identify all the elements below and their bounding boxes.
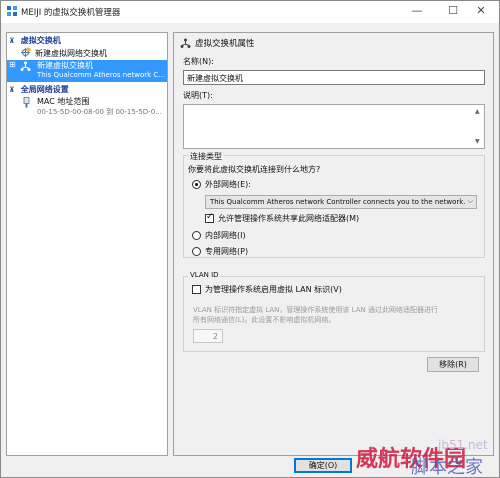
scroll-up-icon[interactable]: ▲ (475, 108, 480, 115)
notes-textarea[interactable]: ▲ ▼ (183, 104, 485, 149)
name-label: 名称(N): (183, 57, 214, 66)
private-network-label: 专用网络(P) (205, 247, 249, 256)
connection-type-title: 连接类型 (188, 151, 224, 162)
minimize-button[interactable]: — (399, 1, 435, 23)
vlan-description-line2: 所有网络通信(L)。此设置不影响虚拟机网络。 (193, 316, 336, 324)
tree-item-new-switch[interactable]: 新建虚拟网络交换机 (7, 47, 167, 59)
vlan-id-input[interactable]: 2 (193, 329, 223, 343)
share-adapter-checkbox[interactable] (205, 212, 214, 223)
connection-question: 你要将此虚拟交换机连接到什么地方? (188, 165, 321, 174)
hyperv-switch-manager-window: MEIJI 的虚拟交换机管理器 — ☐ ✕ ⊼ 虚拟交换机 新建虚拟网络交换机 … (0, 0, 500, 478)
section-global-label: 全局网络设置 (20, 85, 69, 94)
name-input[interactable]: 新建虚拟交换机 (183, 70, 485, 85)
notes-scrollbar[interactable]: ▲ ▼ (474, 106, 483, 147)
close-button[interactable]: ✕ (463, 1, 499, 23)
section-global-network-settings[interactable]: ⊼ 全局网络设置 (7, 84, 167, 96)
properties-pane: 虚拟交换机属性 名称(N): 新建虚拟交换机 说明(T): ▲ ▼ 连接类型 你… (173, 32, 494, 456)
title-bar: MEIJI 的虚拟交换机管理器 — ☐ ✕ (1, 1, 499, 23)
external-network-label: 外部网络(E): (205, 180, 251, 189)
watermark-site: jb51.net (438, 438, 488, 452)
window-title: MEIJI 的虚拟交换机管理器 (21, 8, 121, 18)
navigation-tree: ⊼ 虚拟交换机 新建虚拟网络交换机 ⊞ 新建虚拟交换机 This Qualcom… (6, 32, 168, 456)
internal-network-radio[interactable] (192, 231, 201, 240)
section-virtual-switches-label: 虚拟交换机 (20, 36, 61, 45)
network-adapter-value: This Qualcomm Atheros network Controller… (210, 198, 466, 206)
tree-item-mac-range[interactable]: MAC 地址范围 00-15-5D-00-08-00 到 00-15-5D-0.… (7, 96, 167, 118)
mac-range-label: MAC 地址范围 (37, 97, 90, 106)
tree-item-selected-switch[interactable]: ⊞ 新建虚拟交换机 This Qualcomm Atheros network … (7, 60, 167, 82)
expand-icon[interactable]: ⊞ (9, 60, 16, 69)
external-network-radio[interactable] (192, 180, 201, 189)
collapse-icon[interactable]: ⊼ (9, 86, 18, 94)
properties-header: 虚拟交换机属性 (180, 37, 255, 49)
remove-button[interactable]: 移除(R) (427, 357, 479, 372)
selected-switch-name: 新建虚拟交换机 (37, 61, 93, 70)
vlan-enable-checkbox[interactable] (192, 285, 201, 294)
internal-network-label: 内部网络(I) (205, 231, 246, 240)
mac-range-detail: 00-15-5D-00-08-00 到 00-15-5D-0... (37, 108, 162, 116)
scroll-down-icon[interactable]: ▼ (475, 138, 480, 145)
section-virtual-switches[interactable]: ⊼ 虚拟交换机 (7, 35, 167, 47)
network-switch-icon (180, 38, 191, 48)
selected-switch-detail: This Qualcomm Atheros network C... (37, 71, 165, 79)
properties-header-label: 虚拟交换机属性 (195, 39, 255, 49)
add-switch-icon (21, 47, 31, 57)
vlan-enable-label: 为管理操作系统启用虚拟 LAN 标识(V) (205, 285, 342, 294)
private-network-radio[interactable] (192, 247, 201, 256)
network-adapter-icon (23, 97, 30, 108)
share-adapter-label: 允许管理操作系统共享此网络适配器(M) (218, 214, 360, 223)
tree-item-new-switch-label: 新建虚拟网络交换机 (35, 49, 107, 58)
ok-button[interactable]: 确定(O) (294, 458, 352, 473)
network-switch-icon (20, 61, 31, 71)
watermark-blue: 脚本之家 (411, 457, 483, 478)
collapse-icon[interactable]: ⊼ (9, 37, 18, 45)
notes-label: 说明(T): (183, 91, 213, 100)
app-icon (7, 6, 17, 16)
network-adapter-select[interactable]: This Qualcomm Atheros network Controller… (205, 195, 477, 209)
vlan-title: VLAN ID (188, 271, 221, 279)
vlan-description-line1: VLAN 标识符指定虚拟 LAN，管理操作系统使用该 LAN 通过此网络适配器进… (193, 306, 438, 314)
chevron-down-icon: ⌵ (467, 197, 473, 205)
